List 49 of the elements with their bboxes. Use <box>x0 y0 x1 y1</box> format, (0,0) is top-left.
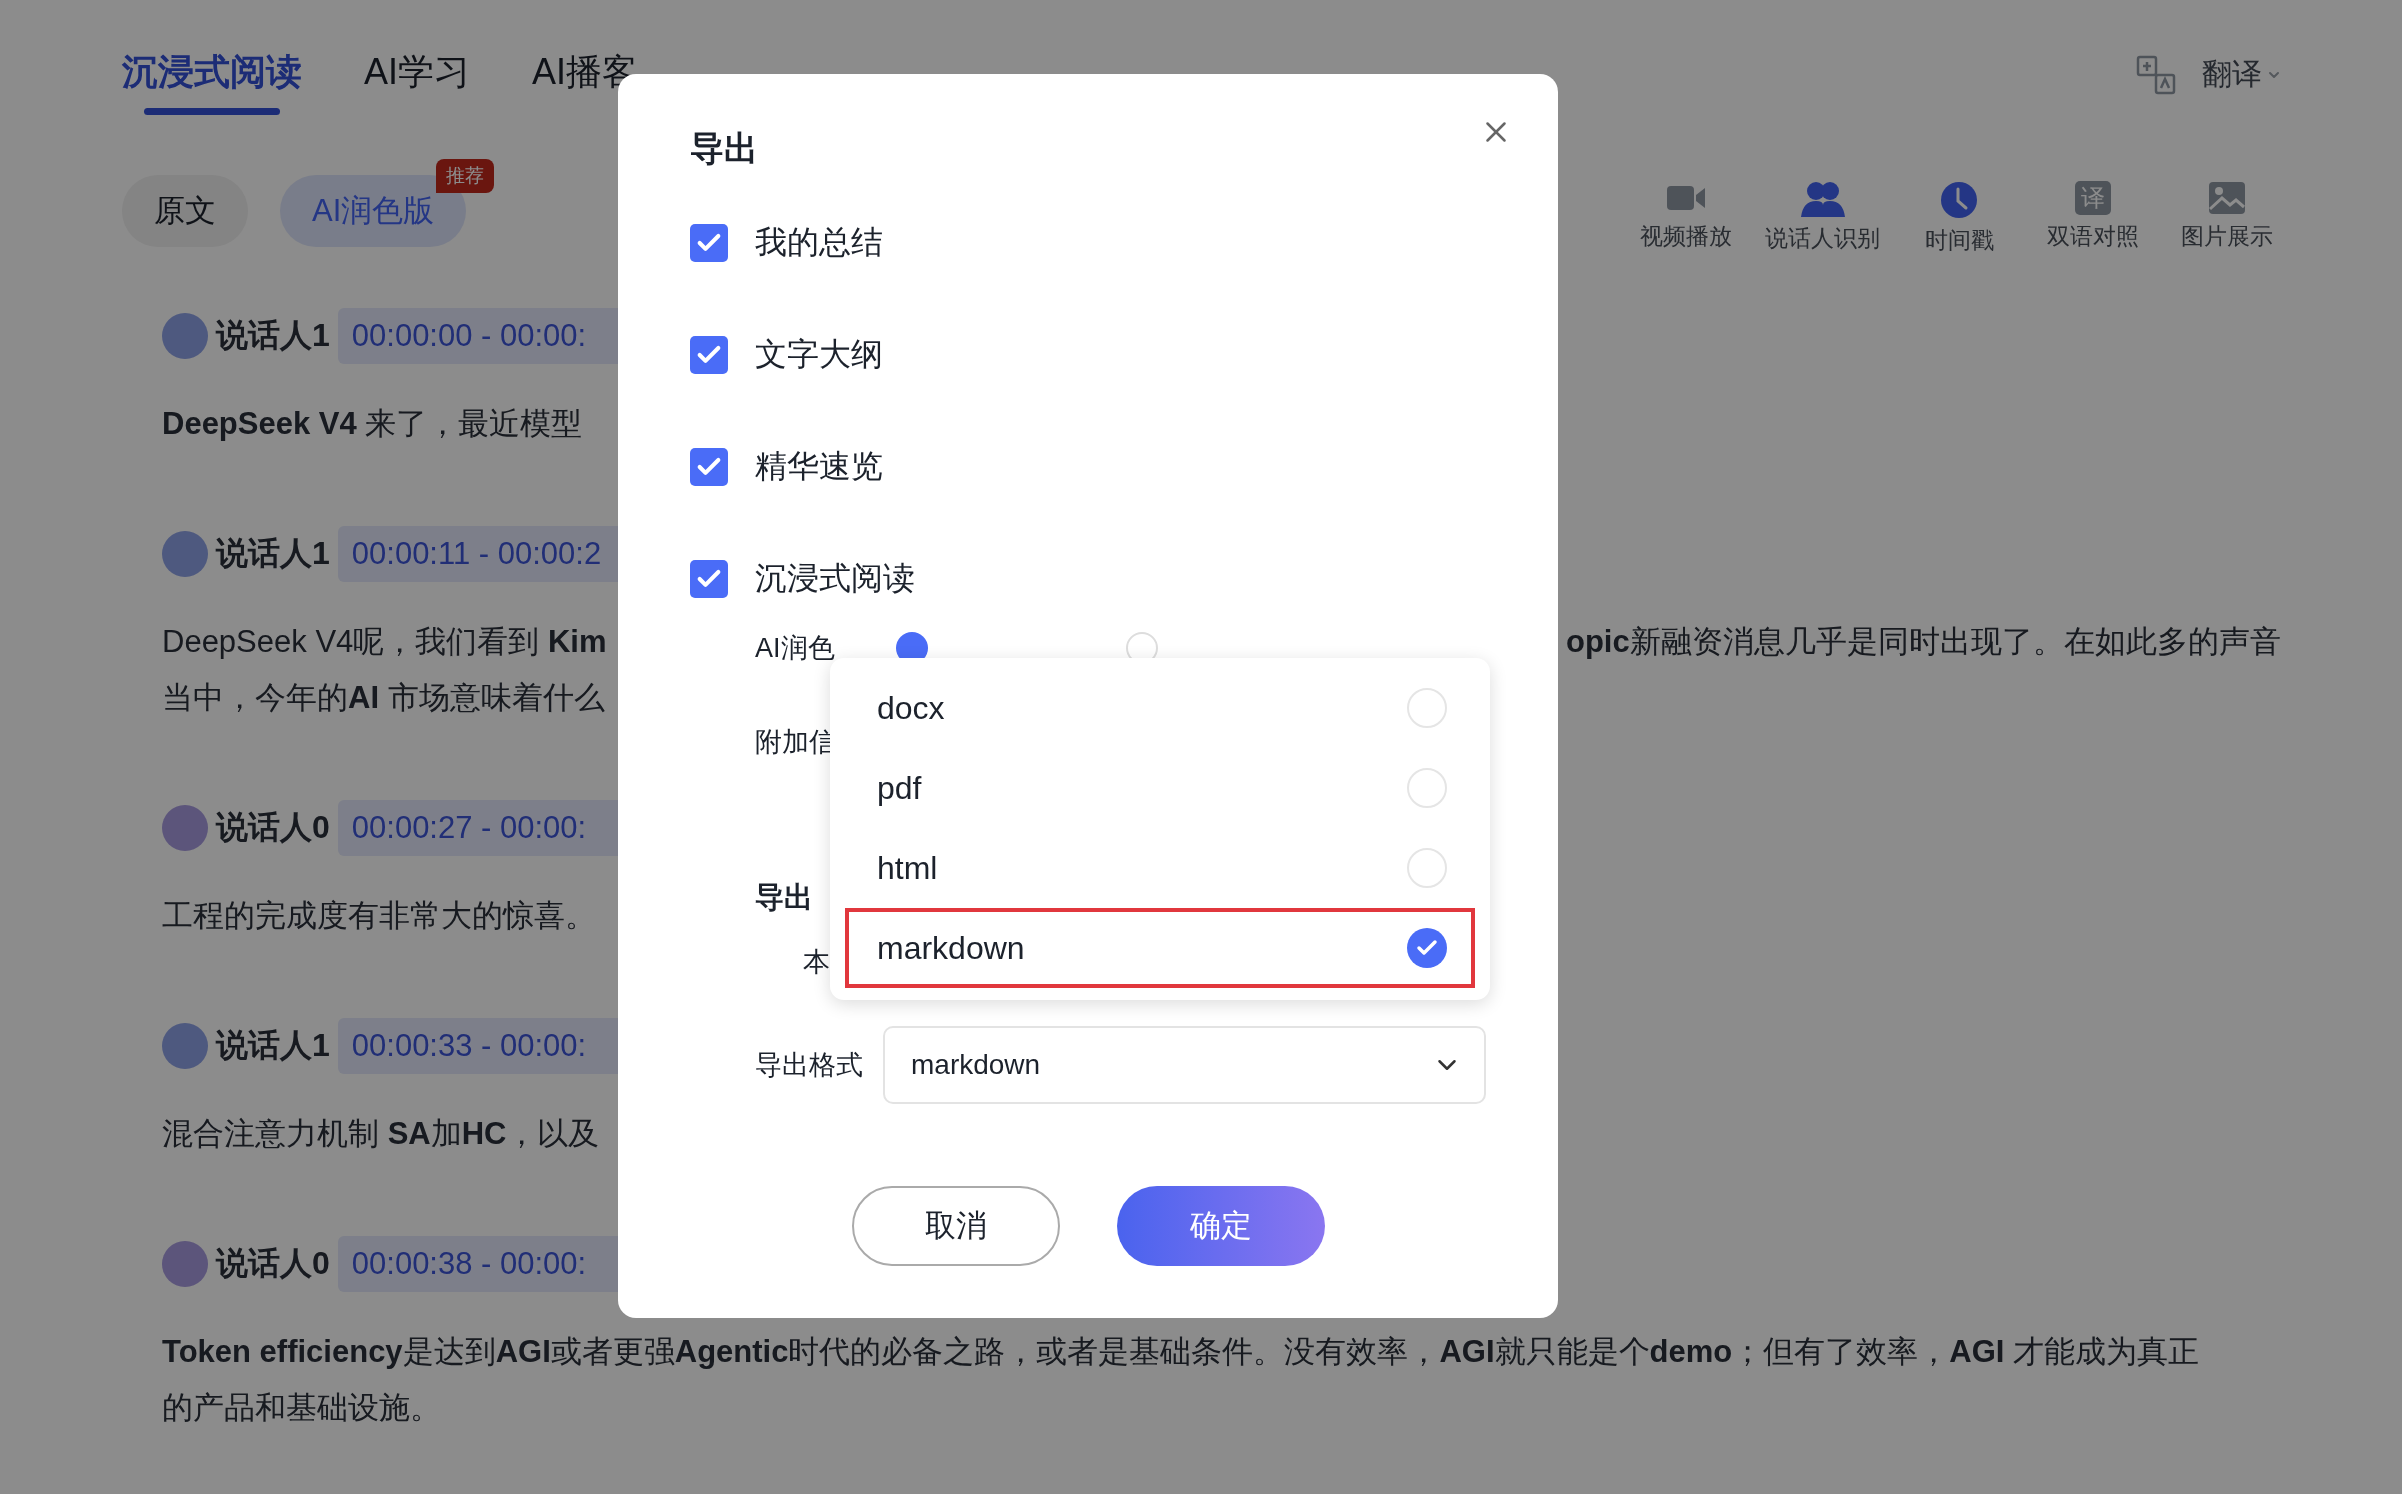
transcript-text: DeepSeek V4 来了，最近模型 <box>162 404 583 443</box>
field-label: 导出格式 <box>755 1049 863 1082</box>
transcript-text: Token efficiency是达到AGI或者更强Agentic时代的必备之路，或者是基础条件。没有效率，AGI就只能是个demo；但有了效率，AGI 才能成为真正 <box>162 1332 2199 1371</box>
translate-menu[interactable]: 翻译 <box>2202 54 2282 95</box>
tab[interactable]: 沉浸式阅读 <box>122 40 302 115</box>
toolbar-label[interactable]: 双语对照 <box>2047 221 2139 252</box>
format-option[interactable]: docx <box>845 668 1475 748</box>
checkbox-label: 文字大纲 <box>755 335 883 374</box>
format-option[interactable]: pdf <box>845 748 1475 828</box>
option-label: 本 <box>803 946 830 979</box>
transcript-text: opic新融资消息几乎是同时出现了。在如此多的声音 <box>1566 622 2281 661</box>
translate-icon[interactable] <box>2136 54 2176 95</box>
speaker-name: 说话人1 <box>216 1026 330 1065</box>
section-heading: 导出 <box>755 880 813 915</box>
toolbar-label[interactable]: 图片展示 <box>2181 221 2273 252</box>
speaker-name: 说话人0 <box>216 808 330 847</box>
dialog-title: 导出 <box>690 128 759 169</box>
checkbox[interactable] <box>690 448 728 486</box>
option-label: AI润色 <box>755 632 836 665</box>
toolbar-label[interactable]: 视频播放 <box>1640 221 1732 252</box>
radio[interactable] <box>1407 848 1447 888</box>
confirm-button[interactable]: 确定 <box>1116 1186 1325 1266</box>
transcript-text: DeepSeek V4呢，我们看到 Kim <box>162 622 607 661</box>
translate-glyph-icon: 译 <box>2075 181 2111 215</box>
transcript-text: 混合注意力机制 SA加HC，以及 <box>162 1114 600 1153</box>
cancel-button[interactable]: 取消 <box>851 1186 1060 1266</box>
speaker-name: 说话人1 <box>216 316 330 355</box>
radio[interactable] <box>1407 768 1447 808</box>
toolbar-label[interactable]: 时间戳 <box>1924 225 1994 256</box>
checkbox[interactable] <box>690 224 728 262</box>
radio[interactable] <box>1407 928 1447 968</box>
format-option[interactable]: html <box>845 828 1475 908</box>
recommend-badge: 推荐 <box>436 158 495 193</box>
format-option[interactable]: markdown <box>845 908 1475 988</box>
radio[interactable] <box>1407 688 1447 728</box>
speaker-name: 说话人1 <box>216 534 330 573</box>
checkbox-label: 沉浸式阅读 <box>755 559 915 598</box>
transcript-text: 当中，今年的AI 市场意味着什么 <box>162 678 605 717</box>
checkbox[interactable] <box>690 560 728 598</box>
transcript-text: 工程的完成度有非常大的惊喜。 <box>162 896 596 935</box>
checkbox[interactable] <box>690 336 728 374</box>
checkbox-label: 我的总结 <box>755 223 883 262</box>
format-select[interactable]: markdown <box>883 1026 1486 1104</box>
version-toggle[interactable]: 原文 <box>122 174 248 247</box>
toolbar-label[interactable]: 说话人识别 <box>1765 223 1880 254</box>
transcript-text: 的产品和基础设施。 <box>162 1388 441 1427</box>
checkbox-label: 精华速览 <box>755 447 883 486</box>
speaker-name: 说话人0 <box>216 1244 330 1283</box>
tab[interactable]: AI学习 <box>364 40 470 115</box>
